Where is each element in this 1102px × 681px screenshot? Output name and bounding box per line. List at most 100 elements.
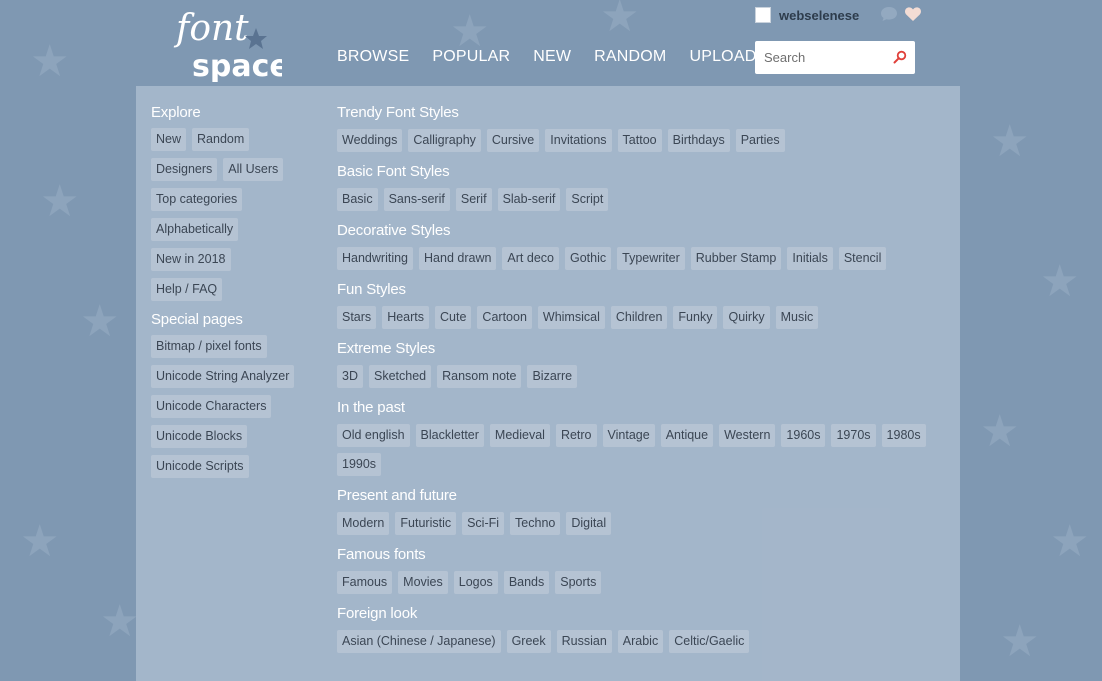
sidebar-link-new-in-2018[interactable]: New in 2018: [151, 248, 231, 271]
category-tag[interactable]: Typewriter: [617, 247, 685, 270]
category-tag[interactable]: Blackletter: [415, 424, 484, 447]
category-tags: Asian (Chinese / Japanese) Greek Russian Ar…: [337, 630, 937, 659]
category-tag[interactable]: Digital: [566, 512, 612, 535]
category-tag[interactable]: Cute: [435, 306, 472, 329]
nav-browse[interactable]: BROWSE: [337, 47, 409, 67]
category-tag[interactable]: Cartoon: [477, 306, 532, 329]
category-tag[interactable]: Calligraphy: [408, 129, 481, 152]
category-tag[interactable]: Russian: [556, 630, 612, 653]
category-tags: Stars Hearts Cute Cartoon Whimsical Children F…: [337, 306, 937, 335]
category-group: Extreme Styles 3D Sketched Ransom note Bizar…: [337, 339, 937, 394]
category-tag[interactable]: Funky: [673, 306, 718, 329]
category-tag[interactable]: Retro: [555, 424, 597, 447]
category-tag[interactable]: Greek: [506, 630, 551, 653]
category-tag[interactable]: Gothic: [564, 247, 612, 270]
category-tag[interactable]: Celtic/Gaelic: [669, 630, 750, 653]
sidebar-link-top-categories[interactable]: Top categories: [151, 188, 243, 211]
category-tag[interactable]: Children: [610, 306, 668, 329]
nav-upload[interactable]: UPLOAD: [689, 47, 756, 67]
category-tag[interactable]: Hand drawn: [419, 247, 497, 270]
category-tag[interactable]: Sans-serif: [383, 188, 450, 211]
username[interactable]: webselenese: [779, 8, 859, 23]
avatar[interactable]: [755, 7, 771, 23]
category-tag[interactable]: Serif: [455, 188, 492, 211]
sidebar-link-new[interactable]: New: [151, 128, 187, 151]
category-tag[interactable]: 1970s: [831, 424, 876, 447]
category-group-title: Basic Font Styles: [337, 163, 450, 180]
category-tag[interactable]: Whimsical: [537, 306, 605, 329]
category-tag[interactable]: Bands: [503, 571, 550, 594]
category-tag[interactable]: Handwriting: [337, 247, 414, 270]
category-tags: 3D Sketched Ransom note Bizarre: [337, 365, 937, 394]
sidebar-link-unicode-scripts[interactable]: Unicode Scripts: [151, 455, 249, 478]
sidebar-link-help-faq[interactable]: Help / FAQ: [151, 278, 223, 301]
sidebar-link-alphabetically[interactable]: Alphabetically: [151, 218, 239, 241]
category-tag[interactable]: Vintage: [602, 424, 655, 447]
nav-popular[interactable]: POPULAR: [432, 47, 510, 67]
category-tag[interactable]: Slab-serif: [497, 188, 561, 211]
category-tags: Handwriting Hand drawn Art deco Gothic Typew…: [337, 247, 937, 276]
category-tag[interactable]: Western: [719, 424, 776, 447]
category-tag[interactable]: Cursive: [486, 129, 540, 152]
category-tag[interactable]: Weddings: [337, 129, 403, 152]
category-group-title: In the past: [337, 399, 405, 416]
search-input[interactable]: [755, 41, 883, 74]
category-tag[interactable]: Arabic: [617, 630, 664, 653]
category-group-title: Famous fonts: [337, 546, 426, 563]
sidebar-link-unicode-string-analyzer[interactable]: Unicode String Analyzer: [151, 365, 295, 388]
category-tag[interactable]: Parties: [735, 129, 785, 152]
category-tag[interactable]: Initials: [787, 247, 833, 270]
search-icon[interactable]: [893, 50, 907, 64]
category-tag[interactable]: 3D: [337, 365, 363, 388]
category-tag[interactable]: 1980s: [881, 424, 926, 447]
category-tag[interactable]: Hearts: [382, 306, 430, 329]
category-tag[interactable]: Rubber Stamp: [690, 247, 782, 270]
category-group-title: Trendy Font Styles: [337, 104, 459, 121]
category-tag[interactable]: Invitations: [545, 129, 612, 152]
nav-new[interactable]: NEW: [533, 47, 571, 67]
sidebar-link-unicode-blocks[interactable]: Unicode Blocks: [151, 425, 248, 448]
category-tag[interactable]: Birthdays: [667, 129, 730, 152]
user-area[interactable]: webselenese: [755, 7, 859, 23]
category-tag[interactable]: Stars: [337, 306, 377, 329]
category-group-title: Extreme Styles: [337, 340, 436, 357]
category-tag[interactable]: Old english: [337, 424, 410, 447]
category-tag[interactable]: Sci-Fi: [462, 512, 505, 535]
sidebar-link-random[interactable]: Random: [192, 128, 250, 151]
category-tag[interactable]: Modern: [337, 512, 390, 535]
category-tag[interactable]: Stencil: [838, 247, 887, 270]
category-tag[interactable]: Script: [566, 188, 609, 211]
chat-icon[interactable]: [880, 6, 898, 22]
sidebar-link-bitmap[interactable]: Bitmap / pixel fonts: [151, 335, 267, 358]
category-tag[interactable]: Sports: [555, 571, 602, 594]
category-tag[interactable]: Ransom note: [437, 365, 522, 388]
category-tag[interactable]: Quirky: [723, 306, 770, 329]
category-tag[interactable]: Tattoo: [617, 129, 662, 152]
category-tag[interactable]: 1990s: [337, 453, 382, 476]
category-tag[interactable]: Antique: [660, 424, 714, 447]
category-tag[interactable]: Famous: [337, 571, 393, 594]
explore-row: New Random: [151, 128, 255, 158]
category-tag[interactable]: Medieval: [489, 424, 550, 447]
category-tag[interactable]: Sketched: [368, 365, 432, 388]
category-tag[interactable]: Futuristic: [395, 512, 457, 535]
category-tag[interactable]: Art deco: [502, 247, 559, 270]
category-tag[interactable]: Logos: [453, 571, 498, 594]
category-tag[interactable]: Asian (Chinese / Japanese): [337, 630, 501, 653]
heart-icon[interactable]: [904, 6, 922, 22]
fontspace-logo[interactable]: font space: [170, 0, 282, 82]
category-group-title: Present and future: [337, 487, 457, 504]
category-group: In the past Old english Blackletter Medieva…: [337, 398, 937, 482]
category-tag[interactable]: 1960s: [781, 424, 826, 447]
category-tag[interactable]: Techno: [510, 512, 561, 535]
category-tag[interactable]: Music: [775, 306, 819, 329]
sidebar-link-unicode-characters[interactable]: Unicode Characters: [151, 395, 272, 418]
category-group: Foreign look Asian (Chinese / Japanese) Gr…: [337, 604, 937, 659]
special-links: Bitmap / pixel fonts Unicode String Anal…: [151, 335, 321, 485]
category-tag[interactable]: Movies: [398, 571, 448, 594]
category-tag[interactable]: Bizarre: [527, 365, 578, 388]
category-tag[interactable]: Basic: [337, 188, 378, 211]
sidebar-link-designers[interactable]: Designers: [151, 158, 218, 181]
nav-random[interactable]: RANDOM: [594, 47, 666, 67]
sidebar-link-all-users[interactable]: All Users: [223, 158, 284, 181]
